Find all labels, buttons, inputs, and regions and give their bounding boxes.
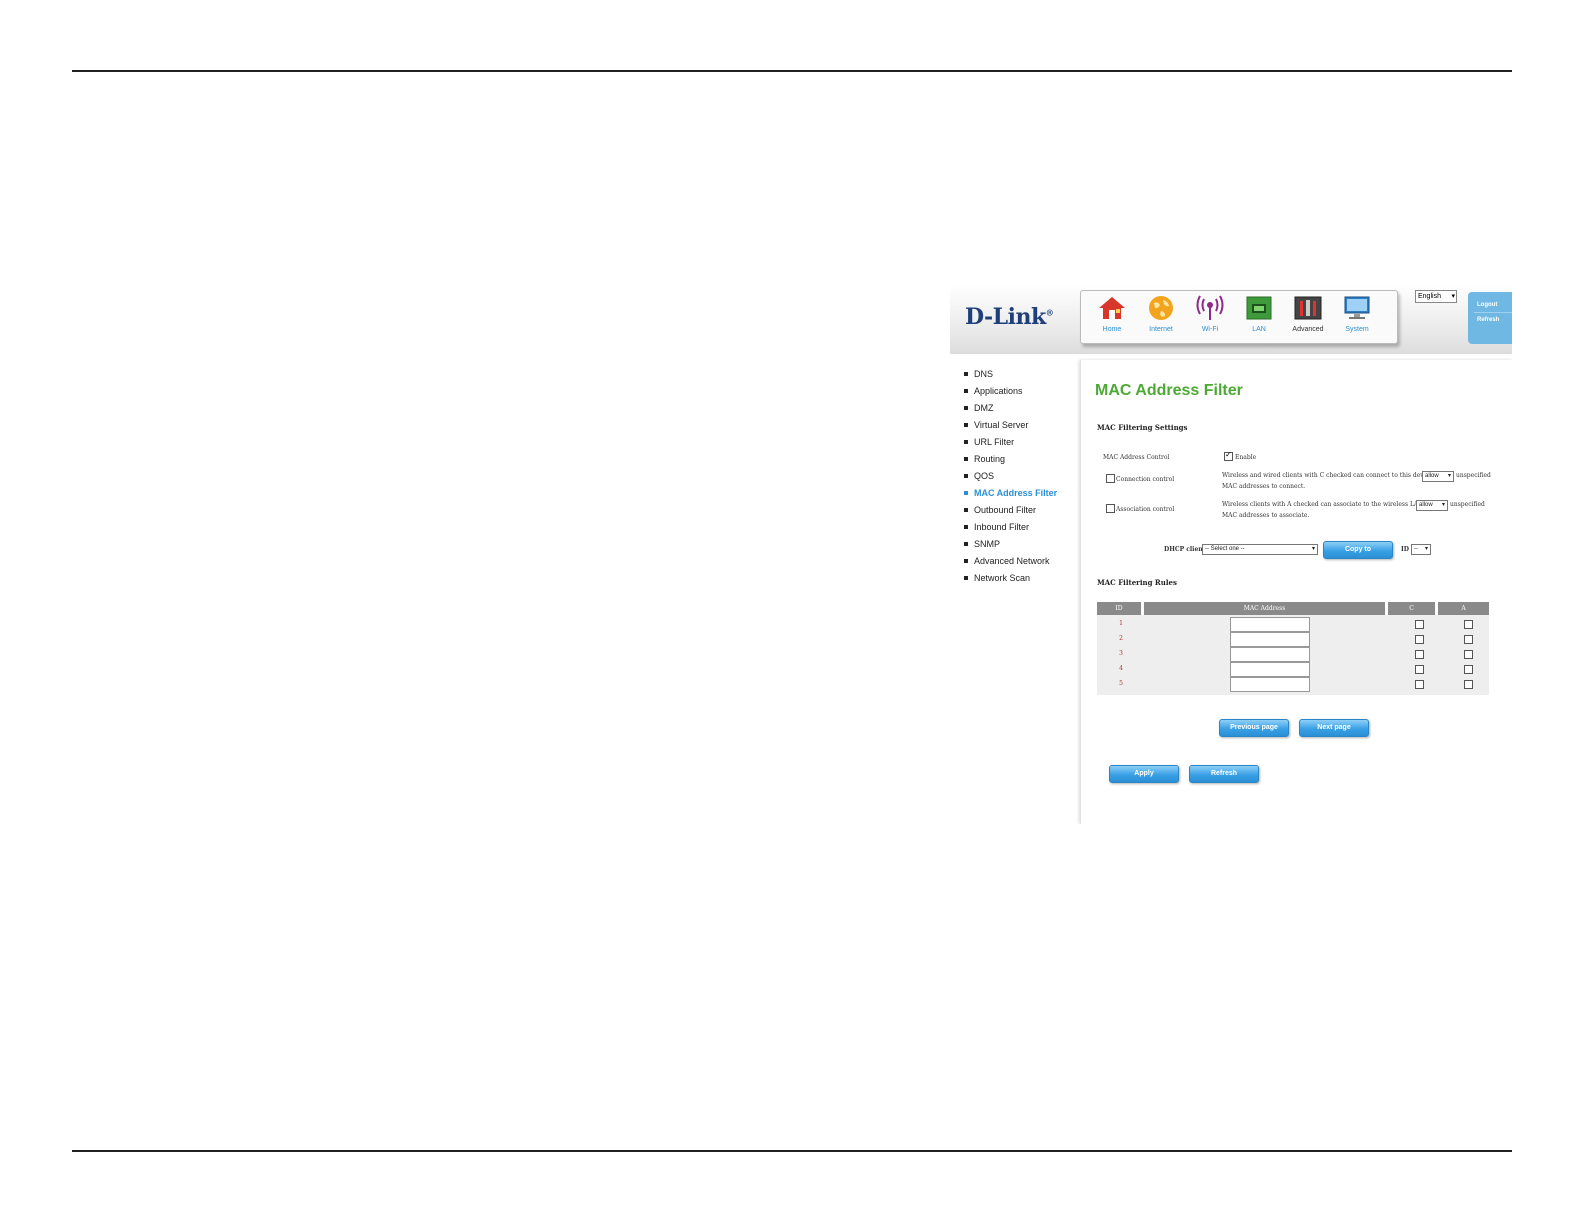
globe-icon <box>1146 295 1176 321</box>
menu-item-network-scan[interactable]: Network Scan <box>960 572 1057 589</box>
connection-control-checkbox[interactable] <box>1106 474 1115 483</box>
next-page-button[interactable]: Next page <box>1299 719 1369 737</box>
rules-heading: MAC Filtering Rules <box>1097 578 1177 587</box>
table-row: 5 <box>1097 676 1489 692</box>
dhcp-clients-select[interactable]: -- Select one -- ▾ <box>1202 544 1318 555</box>
chevron-down-icon: ▾ <box>1441 502 1445 508</box>
divider <box>1474 312 1512 313</box>
column-header-mac: MAC Address <box>1144 602 1385 615</box>
a-checkbox[interactable] <box>1464 680 1473 689</box>
association-policy-select[interactable]: allow ▾ <box>1416 500 1448 511</box>
table-body: 1 2 3 4 5 <box>1097 615 1489 695</box>
a-checkbox[interactable] <box>1464 635 1473 644</box>
mac-address-input[interactable] <box>1230 647 1310 662</box>
c-checkbox[interactable] <box>1415 665 1424 674</box>
mac-address-input[interactable] <box>1230 662 1310 677</box>
mac-address-input[interactable] <box>1230 617 1310 632</box>
table-row: 2 <box>1097 631 1489 647</box>
table-row: 1 <box>1097 616 1489 632</box>
header-bar: D-Link® Home Internet Wi-Fi LAN Advanced… <box>950 284 1512 354</box>
menu-item-inbound-filter[interactable]: Inbound Filter <box>960 521 1057 538</box>
apply-button[interactable]: Apply <box>1109 765 1179 783</box>
enable-label: Enable <box>1235 454 1257 461</box>
row-id: 1 <box>1119 620 1123 627</box>
monitor-icon <box>1342 295 1372 321</box>
previous-page-button[interactable]: Previous page <box>1219 719 1289 737</box>
chevron-down-icon: ▾ <box>1424 546 1428 552</box>
id-select[interactable]: -- ▾ <box>1411 544 1431 555</box>
connection-unspecified: unspecified <box>1456 472 1491 479</box>
session-panel: Logout Refresh <box>1468 292 1512 344</box>
menu-item-applications[interactable]: Applications <box>960 385 1057 402</box>
c-checkbox[interactable] <box>1415 635 1424 644</box>
page-title: MAC Address Filter <box>1095 382 1243 399</box>
menu-item-routing[interactable]: Routing <box>960 453 1057 470</box>
tools-icon <box>1293 295 1323 321</box>
association-text-2: MAC addresses to associate. <box>1222 512 1310 519</box>
menu-item-mac-address-filter[interactable]: MAC Address Filter <box>960 487 1057 504</box>
refresh-button[interactable]: Refresh <box>1189 765 1259 783</box>
menu-item-advanced-network[interactable]: Advanced Network <box>960 555 1057 572</box>
nav-internet[interactable]: Internet <box>1136 295 1186 333</box>
column-header-c: C <box>1388 602 1435 615</box>
connection-policy-select[interactable]: allow ▾ <box>1422 471 1454 482</box>
connection-control-label: Connection control <box>1116 476 1175 483</box>
row-id: 5 <box>1119 680 1123 687</box>
column-header-id: ID <box>1097 602 1141 615</box>
top-rule <box>72 70 1512 72</box>
chevron-down-icon: ▾ <box>1311 546 1315 552</box>
mac-address-input[interactable] <box>1230 632 1310 647</box>
table-row: 3 <box>1097 646 1489 662</box>
menu-item-dns[interactable]: DNS <box>960 368 1057 385</box>
nav-advanced[interactable]: Advanced <box>1283 295 1333 333</box>
nav-home[interactable]: Home <box>1087 295 1137 333</box>
wifi-icon <box>1195 295 1225 321</box>
language-select[interactable]: English ▾ <box>1415 290 1457 303</box>
row-id: 4 <box>1119 665 1123 672</box>
connection-text-2: MAC addresses to connect. <box>1222 483 1306 490</box>
chevron-down-icon: ▾ <box>1451 293 1455 300</box>
c-checkbox[interactable] <box>1415 680 1424 689</box>
refresh-link[interactable]: Refresh <box>1468 317 1512 323</box>
router-screenshot: D-Link® Home Internet Wi-Fi LAN Advanced… <box>950 284 1512 824</box>
column-header-a: A <box>1438 602 1489 615</box>
mac-control-label: MAC Address Control <box>1103 454 1170 461</box>
c-checkbox[interactable] <box>1415 650 1424 659</box>
nav-system[interactable]: System <box>1332 295 1382 333</box>
menu-item-dmz[interactable]: DMZ <box>960 402 1057 419</box>
row-id: 3 <box>1119 650 1123 657</box>
logout-link[interactable]: Logout <box>1468 302 1512 308</box>
bottom-rule <box>72 1150 1512 1152</box>
a-checkbox[interactable] <box>1464 665 1473 674</box>
a-checkbox[interactable] <box>1464 650 1473 659</box>
table-row: 4 <box>1097 661 1489 677</box>
top-nav: Home Internet Wi-Fi LAN Advanced System <box>1080 290 1398 344</box>
content-panel: MAC Address Filter MAC Filtering Setting… <box>1080 360 1512 824</box>
association-control-checkbox[interactable] <box>1106 504 1115 513</box>
association-unspecified: unspecified <box>1450 501 1485 508</box>
c-checkbox[interactable] <box>1415 620 1424 629</box>
association-text: Wireless clients with A checked can asso… <box>1222 501 1439 508</box>
row-id: 2 <box>1119 635 1123 642</box>
nav-wifi[interactable]: Wi-Fi <box>1185 295 1235 333</box>
copy-to-button[interactable]: Copy to <box>1323 541 1393 559</box>
menu-item-qos[interactable]: QOS <box>960 470 1057 487</box>
nav-lan[interactable]: LAN <box>1234 295 1284 333</box>
side-menu: DNS Applications DMZ Virtual Server URL … <box>960 368 1057 589</box>
connection-text: Wireless and wired clients with C checke… <box>1222 472 1448 479</box>
association-control-label: Association control <box>1116 506 1175 513</box>
enable-checkbox[interactable] <box>1224 450 1233 461</box>
chevron-down-icon: ▾ <box>1447 473 1451 479</box>
a-checkbox[interactable] <box>1464 620 1473 629</box>
id-label: ID <box>1401 546 1410 553</box>
lan-icon <box>1244 295 1274 321</box>
settings-heading: MAC Filtering Settings <box>1097 423 1188 432</box>
home-icon <box>1097 295 1127 321</box>
mac-address-input[interactable] <box>1230 677 1310 692</box>
dlink-logo: D-Link® <box>965 304 1054 330</box>
menu-item-virtual-server[interactable]: Virtual Server <box>960 419 1057 436</box>
menu-item-snmp[interactable]: SNMP <box>960 538 1057 555</box>
menu-item-outbound-filter[interactable]: Outbound Filter <box>960 504 1057 521</box>
menu-item-url-filter[interactable]: URL Filter <box>960 436 1057 453</box>
